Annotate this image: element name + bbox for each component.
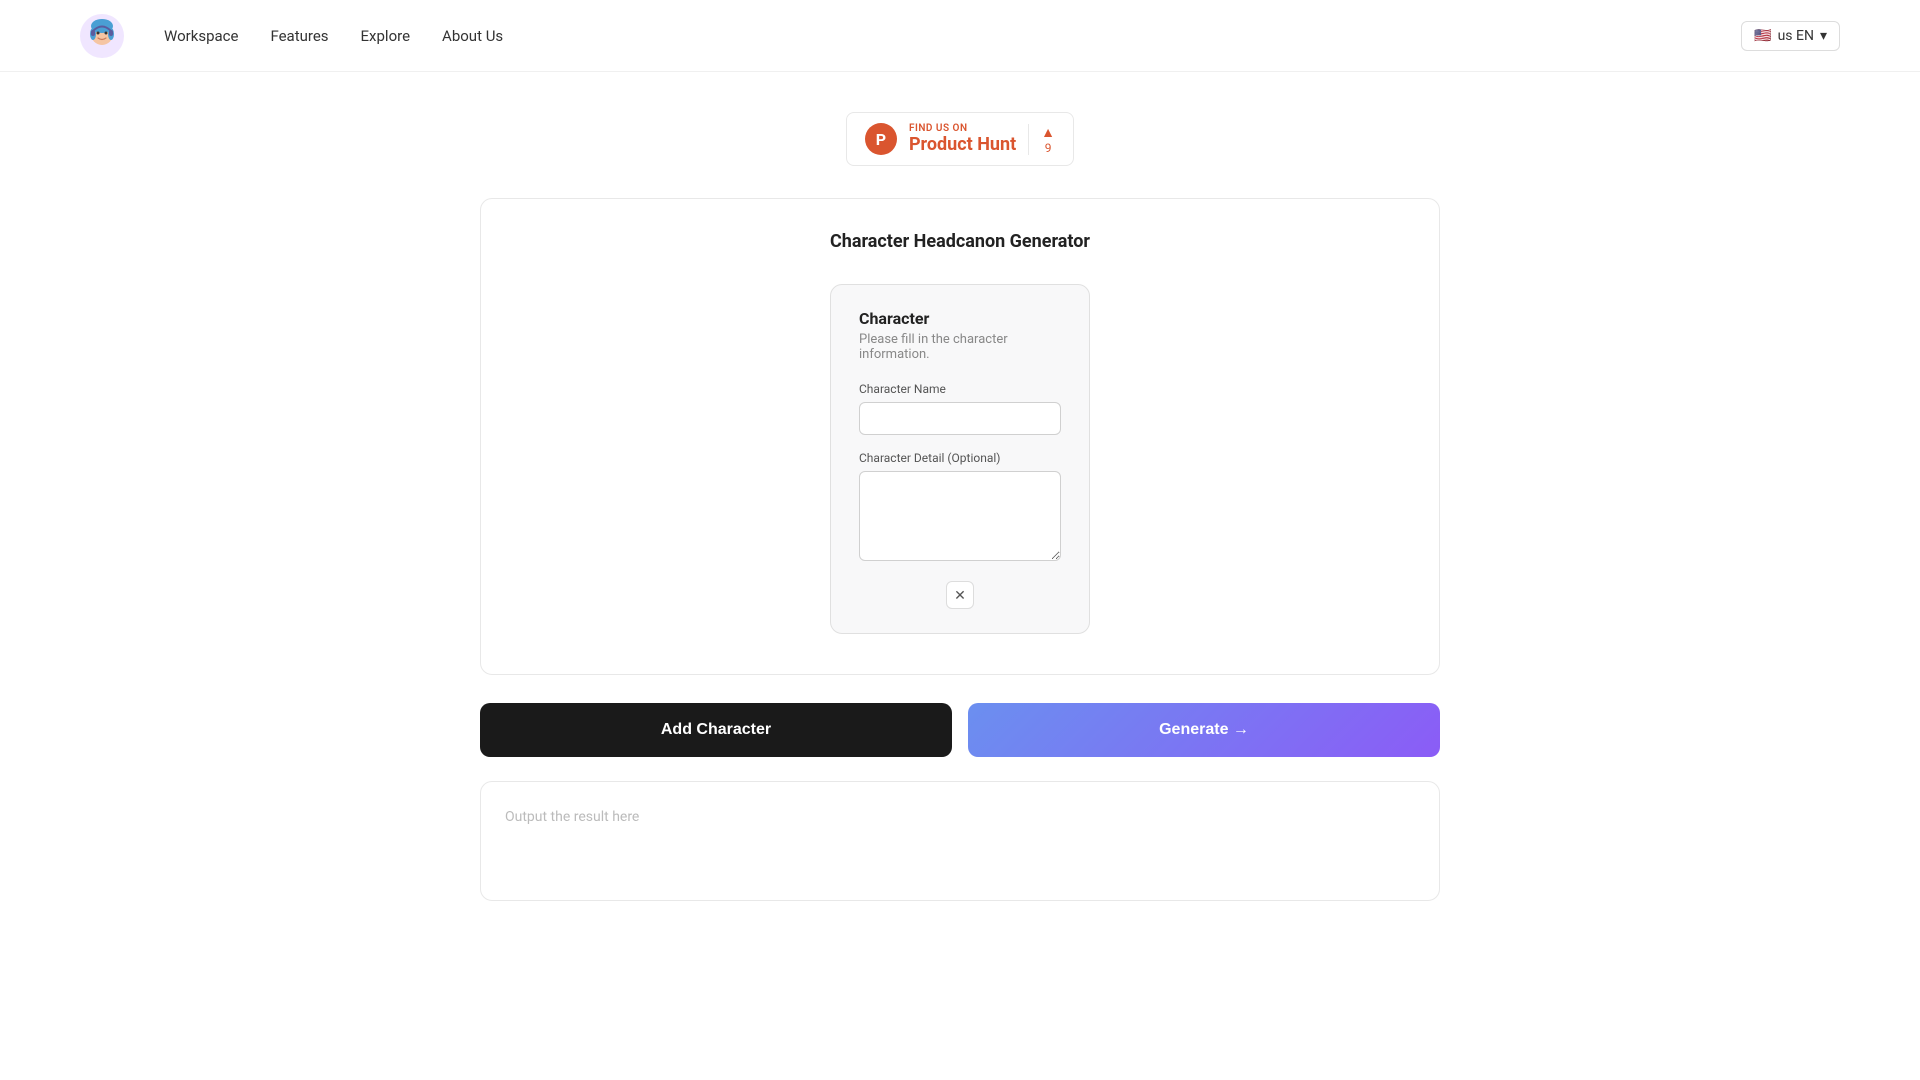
character-detail-textarea[interactable] [859, 471, 1061, 561]
nav-links: Workspace Features Explore About Us [164, 27, 1741, 45]
card-title: Character [859, 309, 1061, 328]
product-hunt-votes: ▲ 9 [1028, 124, 1055, 155]
character-name-label: Character Name [859, 382, 1061, 396]
character-card: Character Please fill in the character i… [830, 284, 1090, 634]
output-section[interactable]: Output the result here [480, 781, 1440, 901]
output-placeholder: Output the result here [505, 809, 639, 825]
product-hunt-text: FIND US ON Product Hunt [909, 123, 1016, 155]
character-name-group: Character Name [859, 382, 1061, 435]
generator-section: Character Headcanon Generator Character … [480, 198, 1440, 675]
action-buttons: Add Character Generate → [480, 703, 1440, 757]
product-hunt-find-label: FIND US ON [909, 123, 1016, 134]
lang-chevron-icon: ▾ [1820, 28, 1827, 44]
nav-about-us[interactable]: About Us [442, 27, 503, 45]
logo[interactable] [80, 14, 124, 58]
generate-button[interactable]: Generate → [968, 703, 1440, 757]
logo-avatar [80, 14, 124, 58]
add-character-button[interactable]: Add Character [480, 703, 952, 757]
generator-title: Character Headcanon Generator [521, 231, 1399, 252]
language-selector[interactable]: 🇺🇸 us EN ▾ [1741, 21, 1840, 51]
main-content: P FIND US ON Product Hunt ▲ 9 Character … [0, 72, 1920, 941]
character-detail-label: Character Detail (Optional) [859, 451, 1061, 465]
card-subtitle: Please fill in the character information… [859, 332, 1061, 362]
product-hunt-badge[interactable]: P FIND US ON Product Hunt ▲ 9 [846, 112, 1074, 166]
lang-flag: 🇺🇸 [1754, 28, 1771, 44]
remove-icon: ✕ [954, 587, 966, 604]
character-name-input[interactable] [859, 402, 1061, 435]
character-detail-group: Character Detail (Optional) [859, 451, 1061, 565]
remove-character-button[interactable]: ✕ [946, 581, 974, 609]
navbar: Workspace Features Explore About Us 🇺🇸 u… [0, 0, 1920, 72]
vote-count: 9 [1045, 141, 1052, 155]
nav-features[interactable]: Features [270, 27, 328, 45]
product-hunt-name: Product Hunt [909, 134, 1016, 155]
nav-explore[interactable]: Explore [361, 27, 411, 45]
nav-workspace[interactable]: Workspace [164, 27, 238, 45]
lang-label: us EN [1778, 28, 1814, 44]
vote-arrow-icon: ▲ [1041, 124, 1055, 141]
product-hunt-icon: P [865, 123, 897, 155]
